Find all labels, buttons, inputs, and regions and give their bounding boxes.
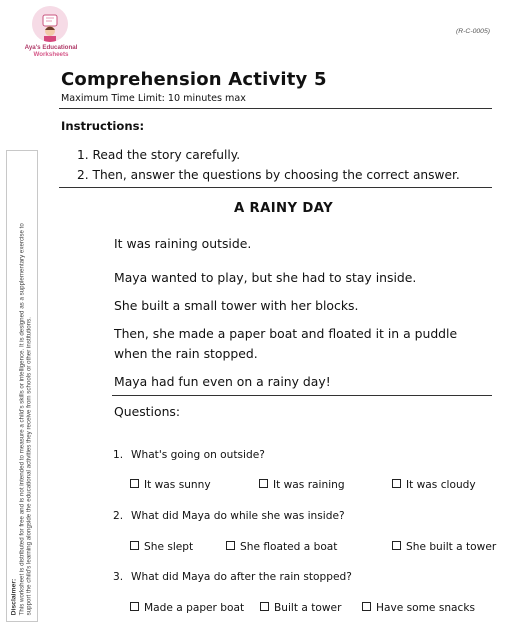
story-paragraph: Maya wanted to play, but she had to stay… <box>114 270 417 285</box>
answer-option[interactable]: She built a tower <box>392 541 496 553</box>
divider <box>59 187 492 188</box>
question-number: 3. <box>113 571 124 583</box>
checkbox-icon[interactable] <box>130 479 139 488</box>
logo-text-line1: Aya's Educational <box>24 44 78 51</box>
checkbox-icon[interactable] <box>260 602 269 611</box>
answer-option[interactable]: She floated a boat <box>226 541 337 553</box>
answer-option[interactable]: It was cloudy <box>392 479 476 491</box>
story-paragraph: She built a small tower with her blocks. <box>114 298 359 313</box>
logo-text-line2: Worksheets <box>33 51 69 58</box>
questions-heading: Questions: <box>114 404 181 419</box>
checkbox-icon[interactable] <box>259 479 268 488</box>
checkbox-icon[interactable] <box>392 479 401 488</box>
story-paragraph: It was raining outside. <box>114 236 252 251</box>
question-number: 1. <box>113 449 124 461</box>
checkbox-icon[interactable] <box>392 541 401 550</box>
logo-illustration <box>32 6 68 42</box>
disclaimer-box: Disclaimer: This worksheet is distribute… <box>6 150 38 622</box>
disclaimer-line: support the child's learning alongside t… <box>25 317 33 616</box>
divider <box>112 395 492 396</box>
checkbox-icon[interactable] <box>362 602 371 611</box>
instruction-item: 1. Read the story carefully. <box>77 148 241 162</box>
checkbox-icon[interactable] <box>130 602 139 611</box>
instructions-heading: Instructions: <box>61 119 145 133</box>
answer-option[interactable]: Built a tower <box>260 602 341 614</box>
disclaimer-line: This worksheet is distributed for free a… <box>18 223 26 616</box>
answer-option[interactable]: Made a paper boat <box>130 602 244 614</box>
divider <box>59 108 492 109</box>
worksheet-code: (R-C-0005) <box>456 28 490 35</box>
instruction-item: 2. Then, answer the questions by choosin… <box>77 168 460 182</box>
question-text: What did Maya do while she was inside? <box>131 510 345 522</box>
brand-logo: Aya's Educational Worksheets <box>20 6 82 64</box>
story-title: A RAINY DAY <box>233 201 334 216</box>
checkbox-icon[interactable] <box>130 541 139 550</box>
story-paragraph: Maya had fun even on a rainy day! <box>114 374 331 389</box>
answer-option[interactable]: It was raining <box>259 479 345 491</box>
checkbox-icon[interactable] <box>226 541 235 550</box>
disclaimer-heading: Disclaimer: <box>10 578 18 616</box>
story-paragraph: Then, she made a paper boat and floated … <box>114 326 458 361</box>
question-number: 2. <box>113 510 124 522</box>
answer-option[interactable]: Have some snacks <box>362 602 475 614</box>
answer-option[interactable]: It was sunny <box>130 479 211 491</box>
question-text: What's going on outside? <box>131 449 265 461</box>
time-limit: Maximum Time Limit: 10 minutes max <box>61 93 246 104</box>
page-title: Comprehension Activity 5 <box>61 69 327 90</box>
question-text: What did Maya do after the rain stopped? <box>131 571 352 583</box>
answer-option[interactable]: She slept <box>130 541 193 553</box>
disclaimer-text: Disclaimer: This worksheet is distribute… <box>11 149 34 615</box>
